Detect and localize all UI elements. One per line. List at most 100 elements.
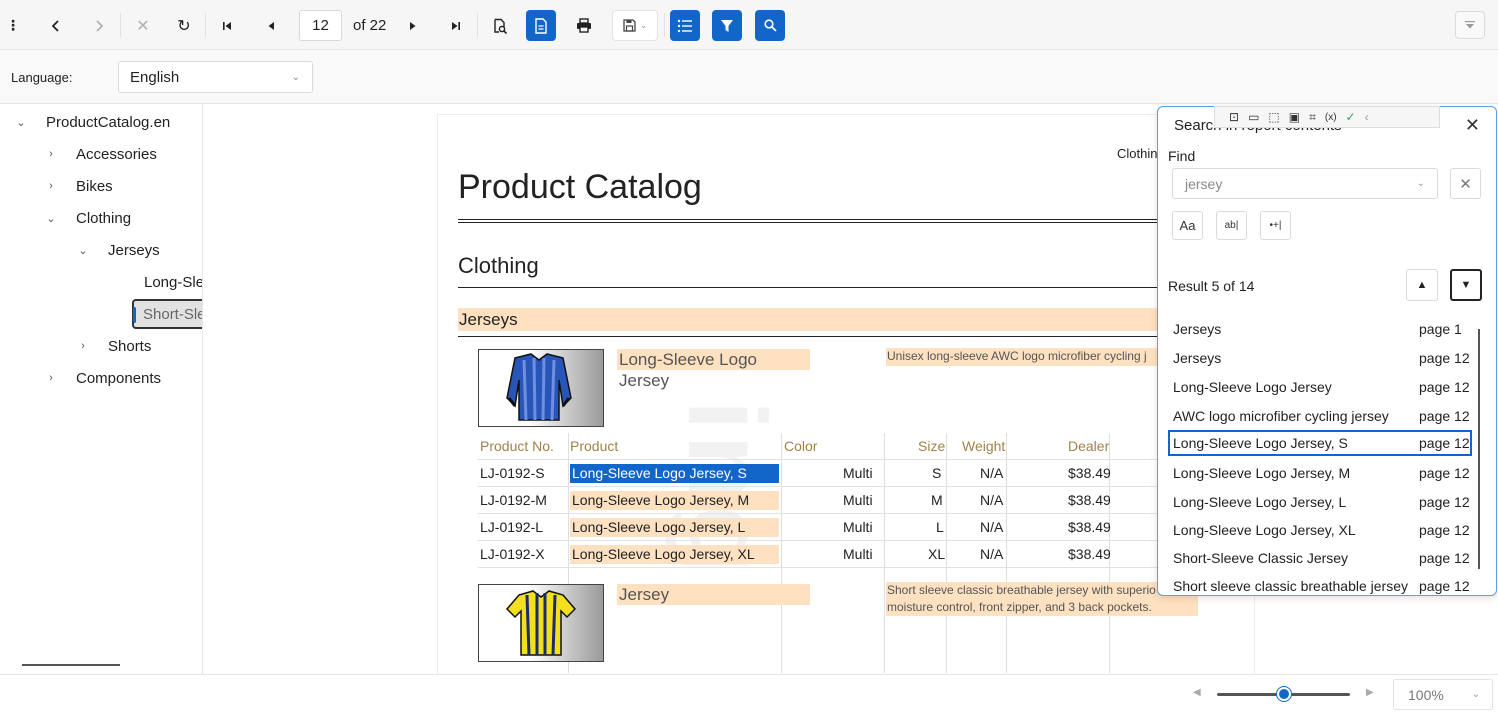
- stop-button[interactable]: ✕: [128, 10, 158, 41]
- product-name: Jersey: [617, 584, 810, 605]
- zoom-select[interactable]: 100% ⌄: [1393, 679, 1493, 710]
- previous-page-button[interactable]: [256, 10, 286, 41]
- inspect-icon[interactable]: ⊡: [1229, 110, 1239, 124]
- search-result-item[interactable]: Long-Sleeve Logo Jersey, Lpage 12: [1168, 488, 1472, 516]
- zoom-value: 100%: [1408, 686, 1444, 703]
- cell-size: M: [931, 492, 943, 508]
- tree-horizontal-scrollbar[interactable]: [22, 664, 120, 666]
- product-name: Long-Sleeve Logo Jersey: [617, 349, 810, 390]
- last-page-button[interactable]: [441, 10, 471, 41]
- previous-result-button[interactable]: ▲: [1406, 269, 1438, 301]
- regex-toggle[interactable]: •+|: [1260, 211, 1291, 240]
- search-result-item[interactable]: Short sleeve classic breathable jersey pa…: [1168, 572, 1472, 595]
- search-result-item[interactable]: AWC logo microfiber cycling jersey page 1…: [1168, 402, 1472, 430]
- chevron-right-icon[interactable]: ›: [44, 148, 58, 160]
- tree-node-shorts[interactable]: › Shorts: [76, 334, 151, 358]
- chevron-down-icon: ⌄: [1471, 689, 1480, 700]
- tree-node-long-sleeve[interactable]: Long-Sle: [144, 270, 202, 294]
- search-result-count: Result 5 of 14: [1168, 278, 1255, 294]
- chevron-down-icon[interactable]: ⌄: [14, 116, 28, 129]
- cell-size: L: [936, 519, 944, 535]
- search-result-item[interactable]: Jerseys page 1: [1168, 315, 1472, 343]
- next-page-button[interactable]: [398, 10, 428, 41]
- collapse-toolbar-button[interactable]: [1455, 11, 1485, 39]
- chevron-down-icon[interactable]: ⌄: [1417, 178, 1425, 189]
- match-case-toggle[interactable]: Aa: [1172, 211, 1203, 240]
- main-toolbar: ⋮ ✕ ↻ 12 of 22 ⌄: [0, 0, 1498, 50]
- page-layout-button[interactable]: [526, 10, 556, 41]
- table-row: LJ-0192-L Long-Sleeve Logo Jersey, L Mul…: [478, 514, 1158, 541]
- search-result-item-current[interactable]: Long-Sleeve Logo Jersey, Spage 12: [1168, 430, 1472, 456]
- results-scrollbar[interactable]: [1478, 329, 1480, 569]
- product-image-short-sleeve: [478, 584, 604, 662]
- video-icon[interactable]: ▭: [1248, 110, 1259, 124]
- pointer-icon[interactable]: ⬚: [1268, 110, 1279, 124]
- cell-dealer: $38.49: [1068, 519, 1111, 535]
- more-vertical-icon[interactable]: ⋮: [6, 10, 20, 41]
- column-header: Dealer: [1068, 438, 1110, 454]
- search-result-item[interactable]: Short-Sleeve Classic Jersey page 12: [1168, 544, 1472, 572]
- tree-node-components[interactable]: › Components: [44, 366, 161, 390]
- next-result-button[interactable]: ▼: [1450, 269, 1482, 301]
- document-map-button[interactable]: [670, 10, 700, 41]
- column-header: Size: [918, 438, 946, 454]
- cell-dealer: $38.49: [1068, 546, 1111, 562]
- chevron-down-icon[interactable]: ⌄: [76, 244, 90, 257]
- chevron-right-icon[interactable]: ›: [44, 372, 58, 384]
- close-icon[interactable]: ✕: [1465, 115, 1480, 136]
- forward-button[interactable]: [84, 10, 114, 41]
- toolbar-divider: [205, 13, 206, 37]
- search-result-item[interactable]: Jerseys page 12: [1168, 344, 1472, 372]
- title-rule: [458, 219, 1258, 223]
- language-select[interactable]: English ⌄: [118, 61, 313, 93]
- tree-node-bikes[interactable]: › Bikes: [44, 174, 113, 198]
- cell-product: Long-Sleeve Logo Jersey, S: [570, 464, 779, 483]
- zoom-out-icon[interactable]: ◀: [1193, 687, 1201, 698]
- refresh-button[interactable]: ↻: [169, 10, 199, 41]
- cell-product-no: LJ-0192-L: [480, 519, 544, 535]
- cell-product-no: LJ-0192-X: [480, 546, 545, 562]
- search-panel: Search in report contents ✕ Find jersey …: [1157, 106, 1497, 596]
- cell-size: S: [932, 465, 942, 481]
- chevron-down-icon[interactable]: ⌄: [44, 212, 58, 225]
- report-title: Product Catalog: [458, 168, 702, 206]
- cell-color: Multi: [843, 546, 873, 562]
- search-result-item[interactable]: Long-Sleeve Logo Jersey, Mpage 12: [1168, 459, 1472, 487]
- clear-search-button[interactable]: ✕: [1450, 168, 1481, 199]
- search-input[interactable]: jersey ⌄: [1172, 168, 1438, 199]
- page-number-input[interactable]: 12: [299, 10, 342, 41]
- zoom-in-icon[interactable]: ▶: [1366, 687, 1374, 698]
- search-query: jersey: [1185, 175, 1223, 192]
- toolbar-divider: [664, 13, 665, 37]
- chevron-right-icon[interactable]: ›: [44, 180, 58, 192]
- variables-icon[interactable]: (x): [1325, 112, 1337, 123]
- chevron-left-icon[interactable]: ‹: [1365, 110, 1369, 124]
- toolbar-divider: [477, 13, 478, 37]
- tree-node-root[interactable]: ⌄ ProductCatalog.en: [14, 110, 170, 134]
- save-dropdown[interactable]: ⌄: [612, 10, 658, 41]
- tree-node-clothing[interactable]: ⌄ Clothing: [44, 206, 131, 230]
- search-result-item[interactable]: Long-Sleeve Logo Jersey page 12: [1168, 373, 1472, 401]
- print-icon[interactable]: [569, 10, 599, 41]
- back-button[interactable]: [41, 10, 71, 41]
- tree-node-accessories[interactable]: › Accessories: [44, 142, 157, 166]
- search-button[interactable]: [755, 10, 785, 41]
- check-circle-icon[interactable]: ✓: [1346, 110, 1356, 124]
- subcategory-heading: Jerseys: [458, 308, 1158, 331]
- zoom-slider-thumb[interactable]: [1277, 687, 1291, 701]
- category-heading: Clothing: [458, 253, 539, 278]
- parameters-filter-button[interactable]: [712, 10, 742, 41]
- frame-icon[interactable]: ▣: [1289, 110, 1300, 124]
- select-area-icon[interactable]: ⌗: [1309, 110, 1316, 125]
- find-document-button[interactable]: [485, 10, 515, 41]
- tree-node-short-sleeve[interactable]: Short-Sle: [132, 299, 202, 329]
- column-header: Weight: [962, 438, 1006, 454]
- table-row: LJ-0192-S Long-Sleeve Logo Jersey, S Mul…: [478, 460, 1158, 487]
- first-page-button[interactable]: [212, 10, 242, 41]
- tree-node-jerseys[interactable]: ⌄ Jerseys: [76, 238, 159, 262]
- whole-word-toggle[interactable]: ab|: [1216, 211, 1247, 240]
- cell-weight: N/A: [980, 519, 1004, 535]
- column-header: Product: [570, 438, 619, 454]
- chevron-right-icon[interactable]: ›: [76, 340, 90, 352]
- search-result-item[interactable]: Long-Sleeve Logo Jersey, XL page 12: [1168, 516, 1472, 544]
